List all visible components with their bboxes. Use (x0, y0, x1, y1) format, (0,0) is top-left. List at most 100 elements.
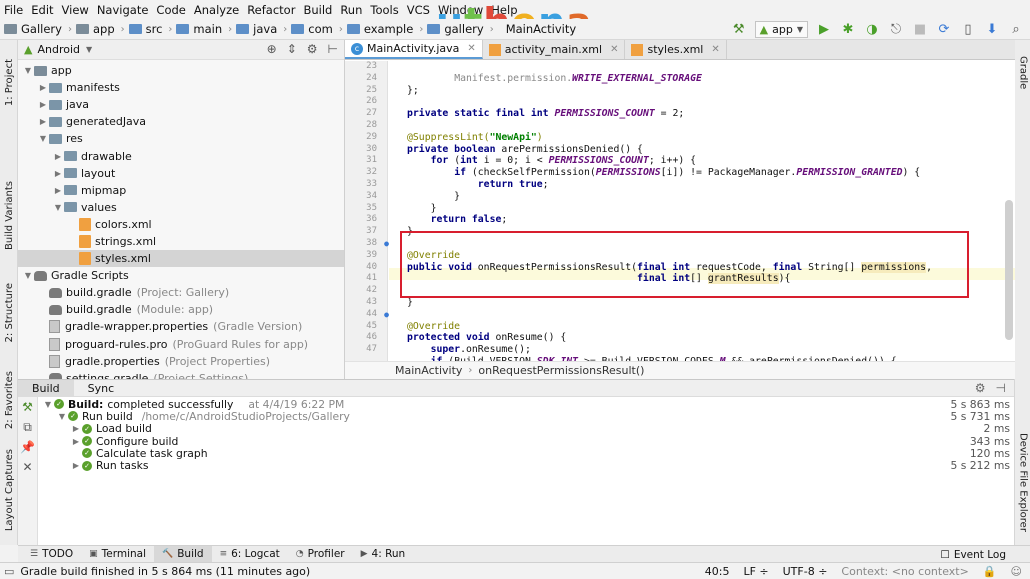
scroll-from-source-icon[interactable]: ⊕ (267, 42, 277, 56)
hammer-icon[interactable]: ⚒ (18, 397, 37, 417)
status-message[interactable]: Gradle build finished in 5 s 864 ms (11 … (20, 565, 310, 578)
breadcrumb-item[interactable]: MainActivity (506, 22, 576, 36)
chevron-right-icon[interactable]: ▶ (70, 424, 82, 433)
chevron-down-icon[interactable]: ▼ (52, 203, 64, 212)
tree-item[interactable]: styles.xml (18, 250, 344, 268)
tree-item[interactable]: ▼ Gradle Scripts (18, 267, 344, 284)
tool-window-tab[interactable]: 2: Structure (0, 268, 18, 358)
chevron-down-icon[interactable]: ▼ (22, 271, 34, 280)
hide-panel-icon[interactable]: ⊢ (328, 42, 338, 56)
tree-item[interactable]: ▶ drawable (18, 147, 344, 164)
tree-item[interactable]: ▶ layout (18, 165, 344, 182)
chevron-right-icon[interactable]: ▶ (52, 152, 64, 161)
breadcrumb-item[interactable]: app (75, 22, 115, 36)
tree-item[interactable]: proguard-rules.pro (ProGuard Rules for ap… (18, 336, 344, 353)
menu-run[interactable]: Run (340, 3, 362, 17)
lock-icon[interactable]: 🔒 (983, 565, 997, 578)
bottom-tab[interactable]: ≡ 6: Logcat (212, 546, 288, 563)
build-row[interactable]: ▶ ✓ Configure build 343 ms (40, 435, 1014, 448)
sync-icon[interactable]: ⟳ (936, 22, 952, 38)
event-log-button[interactable]: ☐ Event Log (940, 546, 1006, 563)
chevron-right-icon[interactable]: ▶ (37, 83, 49, 92)
tree-item[interactable]: settings.gradle (Project Settings) (18, 370, 344, 379)
chevron-down-icon[interactable]: ▼ (86, 45, 92, 54)
tree-item[interactable]: ▶ generatedJava (18, 113, 344, 130)
tool-window-tab[interactable]: Layout Captures (0, 440, 18, 540)
menu-view[interactable]: View (62, 3, 89, 17)
editor-breadcrumb-method[interactable]: onRequestPermissionsResult() (478, 364, 644, 377)
chevron-down-icon[interactable]: ▼ (42, 400, 54, 409)
hide-panel-icon[interactable]: ⊣ (996, 381, 1006, 395)
pin-icon[interactable]: 📌 (18, 437, 37, 457)
editor-breadcrumb-class[interactable]: MainActivity (395, 364, 462, 377)
tool-window-tab[interactable]: Device File Explorer (1015, 425, 1030, 540)
tool-window-tab[interactable]: 1: Project (0, 48, 18, 118)
override-marker-icon[interactable]: ● (384, 309, 389, 321)
menu-tools[interactable]: Tools (370, 3, 398, 17)
stop-icon[interactable]: ■ (912, 22, 928, 38)
tree-item[interactable]: gradle.properties (Project Properties) (18, 353, 344, 370)
tool-window-tab[interactable]: Build Variants (0, 170, 18, 260)
chevron-right-icon[interactable]: ▶ (70, 437, 82, 446)
gear-icon[interactable]: ⚙ (975, 381, 986, 395)
line-separator[interactable]: LF ÷ (743, 565, 768, 578)
tool-window-tab[interactable]: 2: Favorites (0, 360, 18, 440)
build-row[interactable]: ▶ ✓ Load build 2 ms (40, 422, 1014, 435)
breadcrumb-item[interactable]: com (291, 22, 333, 36)
chevron-down-icon[interactable]: ▼ (22, 66, 34, 75)
context-indicator[interactable]: Context: <no context> (841, 565, 968, 578)
inspector-icon[interactable]: ☺ (1011, 565, 1022, 578)
close-icon[interactable]: ✕ (18, 457, 37, 477)
editor-tab[interactable]: c MainActivity.java ✕ (345, 40, 483, 59)
tree-item[interactable]: ▼ app (18, 62, 344, 79)
breadcrumb-item[interactable]: gallery (427, 22, 484, 36)
project-view-select[interactable]: Android (37, 43, 80, 56)
tree-item[interactable]: ▶ mipmap (18, 182, 344, 199)
toggle-view-icon[interactable]: ⧉ (18, 417, 37, 437)
bottom-tab[interactable]: ▶ 4: Run (353, 546, 414, 563)
build-row[interactable]: ▼ ✓ Run build/home/c/AndroidStudioProjects… (40, 410, 1014, 423)
debug-icon[interactable]: ✱ (840, 22, 856, 38)
tree-item[interactable]: colors.xml (18, 216, 344, 233)
editor-scrollbar[interactable] (1005, 200, 1013, 340)
profile-icon[interactable]: ◑ (864, 22, 880, 38)
tool-window-tab[interactable]: Gradle (1015, 48, 1030, 98)
bottom-tab[interactable]: ☰ TODO (22, 546, 81, 563)
run-icon[interactable]: ▶ (816, 22, 832, 38)
close-icon[interactable]: ✕ (610, 44, 618, 55)
menu-vcs[interactable]: VCS (407, 3, 430, 17)
menu-navigate[interactable]: Navigate (97, 3, 149, 17)
chevron-right-icon[interactable]: ▶ (37, 100, 49, 109)
tree-item[interactable]: ▼ values (18, 199, 344, 216)
menu-edit[interactable]: Edit (31, 3, 53, 17)
file-encoding[interactable]: UTF-8 ÷ (783, 565, 828, 578)
menu-code[interactable]: Code (156, 3, 185, 17)
chevron-right-icon[interactable]: ▶ (70, 461, 82, 470)
sdk-manager-icon[interactable]: ⬇ (984, 22, 1000, 38)
code-area[interactable]: Manifest.permission.WRITE_EXTERNAL_STORA… (407, 61, 1007, 361)
tree-item[interactable]: strings.xml (18, 233, 344, 250)
menu-build[interactable]: Build (303, 3, 332, 17)
chevron-right-icon[interactable]: ▶ (52, 186, 64, 195)
tree-item[interactable]: ▼ res (18, 130, 344, 147)
build-row[interactable]: ✓ Calculate task graph 120 ms (40, 447, 1014, 460)
close-icon[interactable]: ✕ (467, 43, 475, 54)
editor-tab[interactable]: activity_main.xml ✕ (483, 40, 626, 59)
bottom-tab[interactable]: ▣ Terminal (81, 546, 154, 563)
tree-item[interactable]: ▶ java (18, 96, 344, 113)
chevron-right-icon[interactable]: ▶ (37, 117, 49, 126)
bottom-tab[interactable]: ◔ Profiler (288, 546, 353, 563)
collapse-all-icon[interactable]: ⇕ (287, 42, 297, 56)
hammer-icon[interactable]: ⚒ (731, 22, 747, 38)
status-icon[interactable]: ▭ (4, 565, 14, 578)
build-row[interactable]: ▼ ✓ Build: completed successfully at 4/4/19 … (40, 398, 1014, 411)
menu-file[interactable]: File (4, 3, 23, 17)
gear-icon[interactable]: ⚙ (307, 42, 318, 56)
tree-item[interactable]: build.gradle (Module: app) (18, 301, 344, 318)
chevron-down-icon[interactable]: ▼ (56, 412, 68, 421)
breadcrumb-item[interactable]: example (346, 22, 413, 36)
chevron-right-icon[interactable]: ▶ (52, 169, 64, 178)
attach-icon[interactable]: ⎋ (888, 22, 904, 38)
build-tab-build[interactable]: Build (18, 379, 74, 397)
caret-position[interactable]: 40:5 (705, 565, 730, 578)
